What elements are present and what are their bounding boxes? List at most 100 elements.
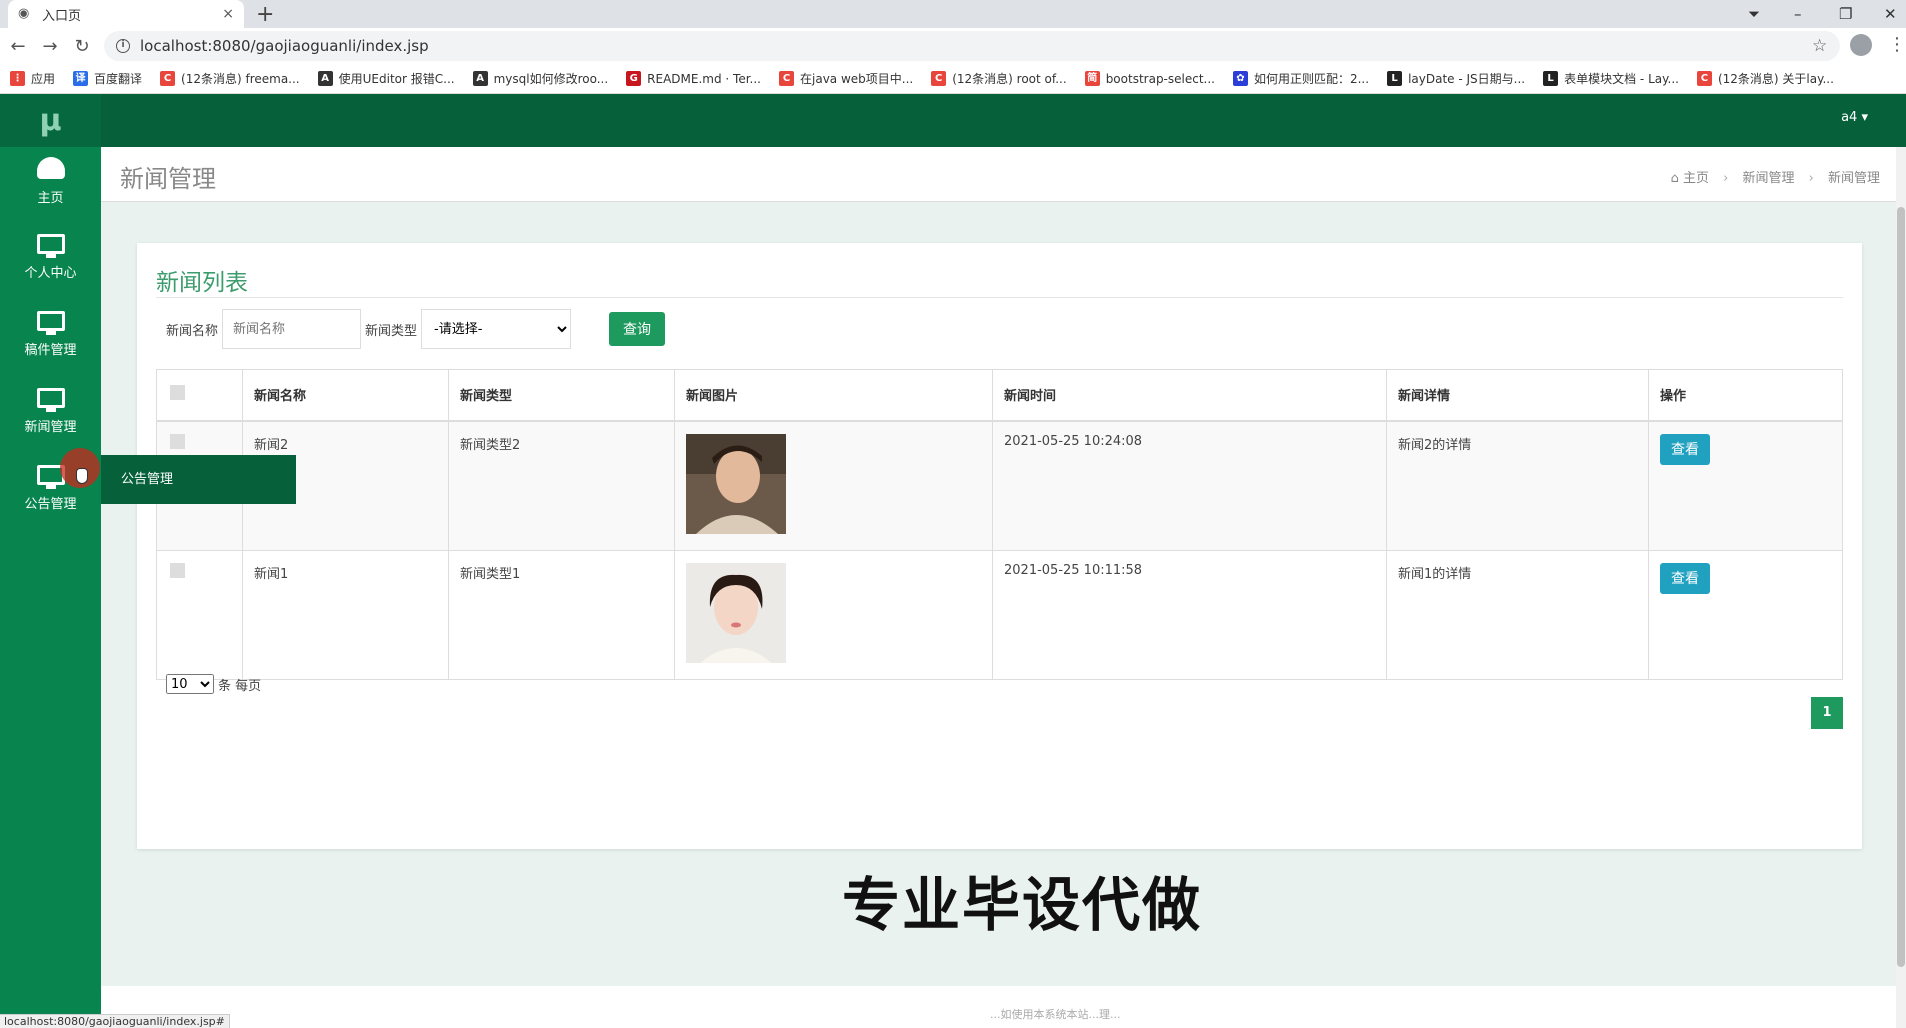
bookmark-favicon-icon: 译 <box>73 71 89 86</box>
browser-toolbar: ← → ↻ i localhost:8080/gaojiaoguanli/ind… <box>0 28 1906 64</box>
tab-title: 入口页 <box>42 8 82 24</box>
view-button[interactable]: 查看 <box>1660 433 1710 465</box>
filter-form: 新闻名称 新闻类型 -请选择- 查询 <box>166 308 666 350</box>
info-icon[interactable]: i <box>116 39 130 53</box>
bookmark-favicon-icon: L <box>1543 71 1559 86</box>
news-image-man <box>686 433 786 534</box>
header-news-time: 新闻时间 <box>992 369 1387 422</box>
sidebar-item-label: 主页 <box>37 191 64 206</box>
type-filter-label: 新闻类型 <box>365 323 418 339</box>
query-button[interactable]: 查询 <box>609 312 666 346</box>
sidebar-item-home[interactable]: 主页 <box>0 147 101 224</box>
panel-title: 新闻列表 <box>156 270 248 296</box>
bookmark-favicon-icon: L <box>1387 71 1403 86</box>
pagination-page-1[interactable]: 1 <box>1811 697 1843 729</box>
profile-icon[interactable] <box>1850 34 1872 56</box>
cell-actions: 查看 <box>1648 420 1843 551</box>
bookmark-star-icon[interactable]: ☆ <box>1812 36 1827 56</box>
address-bar[interactable]: i localhost:8080/gaojiaoguanli/index.jsp <box>104 31 1840 61</box>
bookmark-item[interactable]: ✿ 如何用正则匹配：2... <box>1232 70 1369 87</box>
close-window-button[interactable]: ✕ <box>1884 0 1897 28</box>
browser-tab[interactable]: ◉ 入口页 × <box>8 0 244 28</box>
bookmark-item[interactable]: C (12条消息) 关于lay... <box>1696 70 1834 87</box>
dashboard-icon <box>36 157 65 179</box>
scrollbar[interactable] <box>1896 147 1906 1028</box>
cell-news-image <box>674 420 993 551</box>
bookmark-item[interactable]: L 表单模块文档 - Lay... <box>1543 70 1679 87</box>
bookmark-item[interactable]: G README.md · Ter... <box>626 71 761 86</box>
bookmark-label: (12条消息) freema... <box>181 72 300 86</box>
sidebar-item-manuscripts[interactable]: 稿件管理 <box>0 301 101 378</box>
bookmark-label: 在java web项目中... <box>800 72 914 86</box>
browser-tab-strip: ◉ 入口页 × + ⏷ – ❐ ✕ <box>0 0 1906 28</box>
back-icon[interactable]: ← <box>2 36 34 57</box>
table-row: 新闻1 新闻类型1 2021-05-25 10:11:58 新闻1的详情 查看 <box>156 549 1843 680</box>
user-menu[interactable]: a4 ▾ <box>1841 110 1868 125</box>
forward-icon[interactable]: → <box>34 36 66 57</box>
chevron-right-icon: › <box>1723 171 1729 186</box>
bookmark-label: (12条消息) root of... <box>952 72 1067 86</box>
bookmark-item[interactable]: LlayDate - JS日期与... <box>1387 70 1525 87</box>
breadcrumb: ⌂ 主页 › 新闻管理 › 新闻管理 <box>1671 167 1880 186</box>
bookmark-item[interactable]: C (12条消息) root of... <box>931 70 1067 87</box>
header-news-type: 新闻类型 <box>448 369 675 422</box>
bookmark-label: README.md · Ter... <box>647 71 761 86</box>
cell-news-image <box>674 549 993 680</box>
bookmark-item[interactable]: C (12条消息) freema... <box>160 70 300 87</box>
breadcrumb-news[interactable]: 新闻管理 <box>1742 171 1794 186</box>
select-all-cell <box>156 369 243 422</box>
header-news-image: 新闻图片 <box>674 369 993 422</box>
bookmark-favicon-icon: C <box>931 71 947 86</box>
select-all-checkbox[interactable] <box>170 385 185 401</box>
page-size-select[interactable]: 10 <box>166 674 214 694</box>
row-checkbox[interactable] <box>170 433 185 449</box>
bookmark-label: layDate - JS日期与... <box>1408 72 1526 86</box>
sidebar-item-label: 新闻管理 <box>24 420 77 435</box>
bookmark-favicon-icon: C <box>1696 71 1712 86</box>
bookmark-favicon-icon: C <box>779 71 794 86</box>
top-navbar: a4 ▾ <box>101 94 1906 147</box>
news-type-select[interactable]: -请选择- <box>421 309 572 349</box>
header-news-name: 新闻名称 <box>242 369 449 422</box>
scroll-thumb[interactable] <box>1897 207 1905 967</box>
browser-menu-icon[interactable]: ⋮ <box>1888 34 1906 55</box>
breadcrumb-home[interactable]: 主页 <box>1683 171 1709 186</box>
bookmark-label: 使用UEditor 报错C... <box>338 72 455 86</box>
watermark-text: 专业毕设代做 <box>842 871 1203 939</box>
header-news-detail: 新闻详情 <box>1386 369 1649 422</box>
maximize-button[interactable]: ❐ <box>1839 0 1852 28</box>
globe-icon: ◉ <box>18 6 30 21</box>
sidebar-item-profile[interactable]: 个人中心 <box>0 224 101 301</box>
close-tab-icon[interactable]: × <box>222 6 234 22</box>
new-tab-button[interactable]: + <box>256 2 274 27</box>
bookmark-label: 百度翻译 <box>94 72 143 86</box>
bookmark-item[interactable]: A 使用UEditor 报错C... <box>317 70 455 87</box>
cell-news-detail: 新闻1的详情 <box>1386 549 1649 680</box>
bookmark-item[interactable]: Amysql如何修改roo... <box>472 70 608 87</box>
sidebar-item-news[interactable]: 新闻管理 <box>0 378 101 455</box>
bookmark-item[interactable]: 简 bootstrap-select... <box>1084 71 1215 86</box>
news-name-input[interactable] <box>222 309 362 349</box>
bookmark-item[interactable]: C 在java web项目中... <box>779 70 913 87</box>
bookmark-item[interactable]: 译百度翻译 <box>73 70 142 87</box>
address-url: localhost:8080/gaojiaoguanli/index.jsp <box>140 37 429 55</box>
reload-icon[interactable]: ↻ <box>66 36 98 57</box>
bookmark-label: bootstrap-select... <box>1105 71 1215 86</box>
hand-cursor-icon <box>76 468 88 484</box>
view-button[interactable]: 查看 <box>1660 562 1710 594</box>
sidebar-flyout-announcements[interactable]: 公告管理 <box>101 455 296 504</box>
bookmark-label: 应用 <box>31 72 56 86</box>
header-actions: 操作 <box>1648 369 1843 422</box>
breadcrumb-current: 新闻管理 <box>1827 171 1880 186</box>
sidebar: μ 主页 个人中心 稿件管理 新闻管理 公告管理 <box>0 94 101 1028</box>
row-checkbox[interactable] <box>170 562 185 578</box>
minimize-button[interactable]: – <box>1794 0 1802 28</box>
tab-search-icon[interactable]: ⏷ <box>1748 0 1760 28</box>
table-row: 新闻2 新闻类型2 2021-05-25 10:24:08 新闻2的详情 查看 <box>156 420 1843 551</box>
cell-news-time: 2021-05-25 10:11:58 <box>992 549 1387 680</box>
bookmark-favicon-icon: G <box>626 71 642 86</box>
bookmark-item[interactable]: ⋮ 应用 <box>10 70 55 87</box>
monitor-icon <box>36 388 65 412</box>
cell-news-type: 新闻类型2 <box>448 420 675 551</box>
cell-news-type: 新闻类型1 <box>448 549 675 680</box>
